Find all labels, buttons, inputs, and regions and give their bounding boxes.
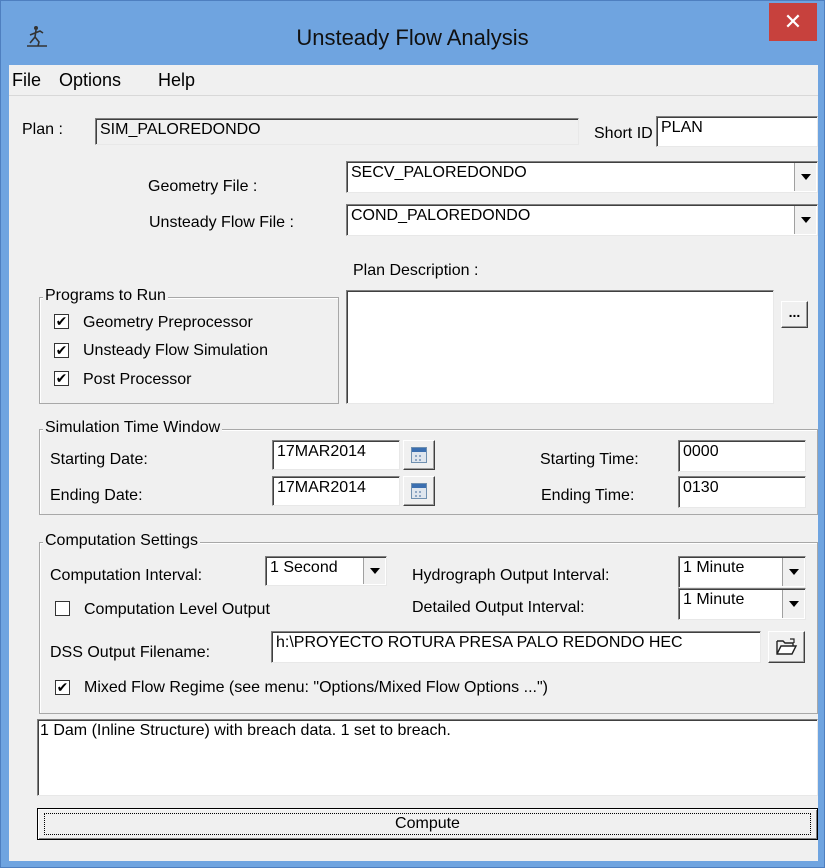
title-bar[interactable]: Unsteady Flow Analysis ✕: [1, 1, 824, 65]
unsteady-flow-analysis-window: Unsteady Flow Analysis ✕ File Options He…: [0, 0, 825, 868]
post-processor-label: Post Processor: [83, 371, 192, 388]
ending-time-input[interactable]: 0130: [678, 476, 806, 508]
description-edit-button[interactable]: ...: [781, 301, 808, 328]
check-icon: ✔: [55, 342, 68, 358]
menu-help[interactable]: Help: [158, 70, 195, 91]
window-title: Unsteady Flow Analysis: [296, 25, 529, 50]
compute-button-label: Compute: [44, 813, 811, 835]
computation-level-output-label: Computation Level Output: [84, 601, 270, 618]
plan-label: Plan :: [22, 121, 63, 138]
ending-date-calendar-button[interactable]: [403, 476, 435, 506]
starting-time-input[interactable]: 0000: [678, 440, 806, 472]
hydrograph-output-interval-label: Hydrograph Output Interval:: [412, 567, 610, 584]
starting-time-label: Starting Time:: [540, 451, 639, 468]
check-icon: ✔: [55, 313, 68, 329]
ending-time-label: Ending Time:: [541, 487, 635, 504]
unsteady-flow-file-select[interactable]: COND_PALOREDONDO: [346, 204, 818, 236]
detailed-output-interval-value: 1 Minute: [683, 591, 745, 608]
chevron-down-icon[interactable]: [794, 163, 816, 191]
computation-interval-select[interactable]: 1 Second: [265, 556, 387, 586]
unsteady-flow-file-label: Unsteady Flow File :: [149, 214, 294, 231]
computation-settings-title: Computation Settings: [43, 532, 200, 550]
messages-textbox[interactable]: 1 Dam (Inline Structure) with breach dat…: [37, 719, 818, 796]
dialog-client-area: File Options Help Plan : SIM_PALOREDONDO…: [9, 65, 818, 861]
compute-button[interactable]: Compute: [37, 808, 818, 840]
dss-browse-button[interactable]: [768, 631, 805, 663]
chevron-down-icon[interactable]: [782, 590, 804, 618]
programs-to-run-group: Programs to Run ✔ Geometry Preprocessor …: [39, 287, 339, 404]
dialog-body: Plan : SIM_PALOREDONDO Short ID PLAN Geo…: [9, 95, 818, 861]
simulation-time-window-group: Simulation Time Window Starting Date: 17…: [39, 419, 818, 515]
programs-to-run-title: Programs to Run: [43, 287, 168, 305]
chevron-down-icon[interactable]: [782, 558, 804, 586]
computation-interval-label: Computation Interval:: [50, 567, 203, 584]
geometry-preprocessor-label: Geometry Preprocessor: [83, 314, 253, 331]
starting-date-calendar-button[interactable]: [403, 440, 435, 470]
starting-date-label: Starting Date:: [50, 451, 148, 468]
dss-output-filename-label: DSS Output Filename:: [50, 644, 211, 661]
ending-date-label: Ending Date:: [50, 487, 143, 504]
close-icon: ✕: [783, 9, 803, 34]
geometry-file-label: Geometry File :: [148, 178, 258, 195]
computation-level-output-checkbox[interactable]: [55, 601, 70, 616]
geometry-preprocessor-checkbox[interactable]: ✔: [54, 314, 69, 329]
simulation-time-window-title: Simulation Time Window: [43, 419, 223, 437]
ending-date-input[interactable]: 17MAR2014: [272, 476, 400, 506]
calendar-icon: [411, 483, 427, 499]
computation-interval-value: 1 Second: [270, 559, 338, 576]
plan-description-label: Plan Description :: [353, 262, 479, 279]
detailed-output-interval-select[interactable]: 1 Minute: [678, 588, 806, 620]
check-icon: ✔: [56, 679, 69, 695]
chevron-down-icon[interactable]: [363, 558, 385, 584]
hydrograph-output-interval-select[interactable]: 1 Minute: [678, 556, 806, 588]
close-button[interactable]: ✕: [769, 3, 817, 41]
mixed-flow-regime-checkbox[interactable]: ✔: [55, 680, 70, 695]
calendar-icon: [411, 447, 427, 463]
open-folder-icon: [775, 638, 797, 655]
detailed-output-interval-label: Detailed Output Interval:: [412, 599, 585, 616]
unsteady-flow-simulation-checkbox[interactable]: ✔: [54, 343, 69, 358]
plan-title-field[interactable]: SIM_PALOREDONDO: [95, 118, 579, 145]
dss-output-filename-input[interactable]: h:\PROYECTO ROTURA PRESA PALO REDONDO HE…: [271, 631, 761, 663]
short-id-label: Short ID: [594, 125, 653, 142]
menu-bar: File Options Help: [9, 65, 818, 95]
ellipsis-icon: ...: [788, 303, 801, 320]
post-processor-checkbox[interactable]: ✔: [54, 371, 69, 386]
hydrograph-output-interval-value: 1 Minute: [683, 559, 745, 576]
geometry-file-select[interactable]: SECV_PALOREDONDO: [346, 161, 818, 193]
menu-file[interactable]: File: [12, 70, 41, 91]
geometry-file-value: SECV_PALOREDONDO: [351, 164, 527, 181]
plan-description-textarea[interactable]: [346, 290, 774, 404]
check-icon: ✔: [55, 370, 68, 386]
chevron-down-icon[interactable]: [794, 206, 816, 234]
unsteady-flow-file-value: COND_PALOREDONDO: [351, 207, 531, 224]
starting-date-input[interactable]: 17MAR2014: [272, 440, 400, 470]
menu-options[interactable]: Options: [59, 70, 121, 91]
short-id-input[interactable]: PLAN: [656, 116, 818, 147]
computation-settings-group: Computation Settings Computation Interva…: [39, 532, 818, 714]
mixed-flow-regime-label: Mixed Flow Regime (see menu: "Options/Mi…: [84, 679, 548, 696]
unsteady-flow-simulation-label: Unsteady Flow Simulation: [83, 342, 268, 359]
